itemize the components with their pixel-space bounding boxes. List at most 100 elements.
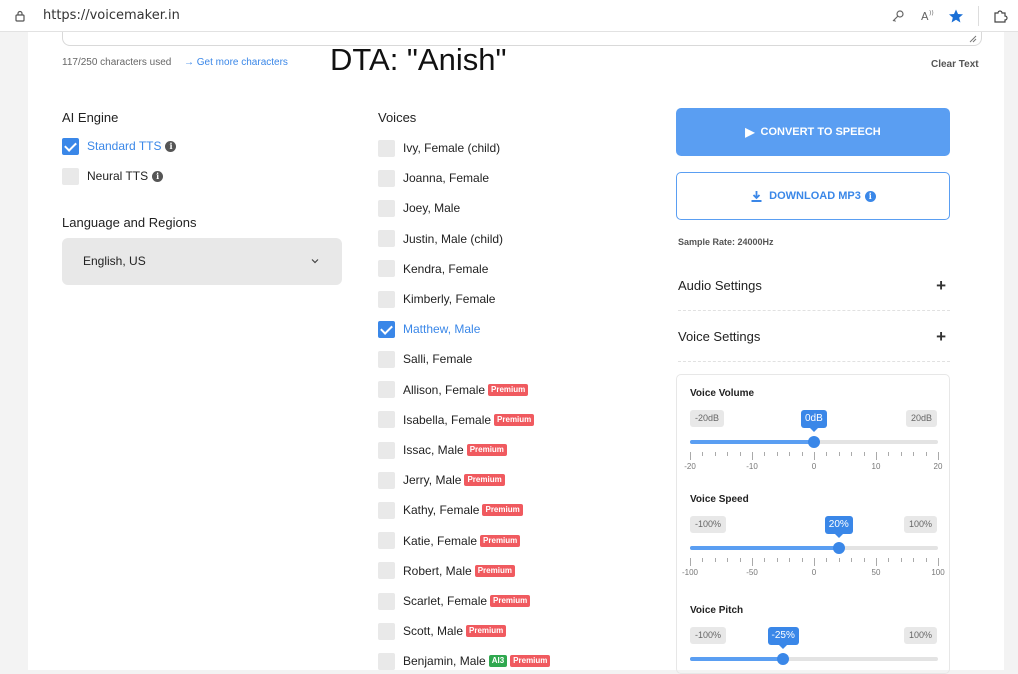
slider-tick (838, 452, 840, 456)
voice-option-label: Isabella, Female (403, 412, 492, 427)
voice-option[interactable]: Issac, Male Premium (378, 441, 507, 459)
slider-min-label: -100% (690, 627, 727, 644)
checkbox[interactable] (378, 562, 395, 580)
download-button-label: DOWNLOAD MP3 (769, 190, 861, 202)
info-icon[interactable]: i (152, 170, 164, 182)
voice-option[interactable]: Jerry, Male Premium (378, 471, 505, 489)
slider-tick (851, 452, 853, 456)
voice-option-label: Kimberly, Female (403, 292, 496, 306)
download-icon (751, 190, 762, 202)
voice-option[interactable]: Kathy, Female Premium (378, 501, 523, 519)
voice-option[interactable]: Benjamin, Male AI3 Premium (378, 652, 551, 670)
expand-plus-icon[interactable]: + (936, 328, 946, 345)
slider-max-label: 100% (903, 516, 937, 533)
slider-tick (801, 558, 803, 562)
premium-badge: Premium (510, 655, 551, 668)
convert-button-label: CONVERT TO SPEECH (760, 126, 881, 138)
voice-option[interactable]: Joey, Male (378, 199, 460, 217)
checkbox[interactable] (378, 532, 395, 550)
slider-fill (690, 657, 783, 661)
voice-option[interactable]: Justin, Male (child) (378, 230, 503, 248)
checkbox[interactable] (378, 169, 395, 187)
slider-max-label: 20dB (905, 410, 937, 427)
slider-tick-label: -10 (746, 462, 758, 471)
voice-option[interactable]: Scott, Male Premium (378, 622, 507, 640)
text-input-area[interactable] (62, 32, 982, 46)
clear-text-button[interactable]: Clear Text (931, 59, 979, 70)
checkbox[interactable] (378, 622, 395, 640)
checkbox[interactable] (378, 381, 395, 399)
checkbox[interactable] (378, 411, 395, 429)
voice-option[interactable]: Allison, Female Premium (378, 381, 529, 399)
address-bar: https://voicemaker.in A)) (0, 0, 1018, 32)
slider-tick (876, 452, 877, 460)
checkbox[interactable] (378, 230, 395, 248)
checkbox[interactable] (378, 652, 395, 670)
voice-option[interactable]: Joanna, Female (378, 169, 489, 187)
checkbox[interactable] (62, 167, 79, 185)
checkbox[interactable] (378, 350, 395, 368)
slider-min-label: -100% (690, 516, 727, 533)
slider-tick (938, 452, 939, 460)
voice-option[interactable]: Scarlet, Female Premium (378, 592, 531, 610)
checkbox-checked[interactable] (378, 320, 395, 338)
slider-thumb[interactable] (832, 542, 845, 554)
checkbox[interactable] (378, 199, 395, 217)
voice-option[interactable]: Robert, Male Premium (378, 562, 515, 580)
get-more-characters-link[interactable]: → Get more characters (184, 57, 288, 68)
slider-tick (888, 452, 890, 456)
language-select[interactable]: English, US (62, 238, 342, 285)
voice-option[interactable]: Kimberly, Female (378, 290, 495, 308)
info-icon[interactable]: i (864, 190, 876, 202)
checkbox[interactable] (378, 260, 395, 278)
slider-tick-label: 50 (871, 568, 881, 577)
voice-option-label: Scott, Male (403, 624, 464, 639)
slider-tick (776, 452, 778, 456)
convert-to-speech-button[interactable]: ▶ CONVERT TO SPEECH (676, 108, 950, 156)
voice-option[interactable]: Salli, Female (378, 350, 472, 368)
resize-grip-icon[interactable] (969, 35, 977, 43)
checkbox[interactable] (378, 139, 395, 157)
info-icon[interactable]: i (165, 140, 177, 152)
slider-thumb[interactable] (808, 436, 820, 448)
checkbox[interactable] (378, 290, 395, 308)
slider-tick (801, 452, 803, 456)
voice-settings-label: Voice Settings (678, 329, 761, 344)
slider-value-bubble: -25% (767, 627, 799, 649)
voice-option[interactable]: Ivy, Female (child) (378, 139, 500, 157)
favorite-star-icon[interactable] (946, 6, 966, 26)
slider-track[interactable] (690, 436, 938, 448)
voice-option-label: Ivy, Female (child) (403, 141, 501, 155)
read-aloud-icon[interactable]: A)) (918, 6, 938, 26)
slider-tick (900, 452, 902, 456)
slider-thumb[interactable] (777, 653, 789, 665)
sample-rate: Sample Rate: 24000Hz (678, 237, 774, 247)
key-icon[interactable] (888, 6, 908, 26)
slider-tick (826, 452, 828, 456)
voice-option[interactable]: Kendra, Female (378, 260, 488, 278)
slider-track[interactable] (690, 653, 938, 665)
slider-value-bubble: 0dB (801, 410, 827, 432)
slider-tick (863, 558, 865, 562)
slider-tick (826, 558, 828, 562)
engine-option-neural[interactable]: Neural TTS i (62, 167, 164, 185)
engine-option-standard[interactable]: Standard TTS i (62, 137, 177, 155)
voice-option[interactable]: Isabella, Female Premium (378, 411, 535, 429)
extensions-icon[interactable] (990, 6, 1010, 26)
url-text[interactable]: https://voicemaker.in (43, 8, 180, 23)
voice-settings-accordion[interactable]: Voice Settings + (678, 312, 950, 362)
checkbox-checked[interactable] (62, 137, 79, 155)
audio-settings-accordion[interactable]: Audio Settings + (678, 261, 950, 311)
voice-option[interactable]: Katie, Female Premium (378, 532, 521, 550)
voice-option[interactable]: Matthew, Male (378, 320, 480, 338)
expand-plus-icon[interactable]: + (936, 277, 946, 294)
checkbox[interactable] (378, 501, 395, 519)
checkbox[interactable] (378, 592, 395, 610)
checkbox[interactable] (378, 471, 395, 489)
download-mp3-button[interactable]: DOWNLOAD MP3 i (676, 172, 950, 220)
lock-icon[interactable] (13, 9, 27, 23)
checkbox[interactable] (378, 441, 395, 459)
slider-track[interactable] (690, 542, 938, 554)
slider-tick (752, 558, 753, 566)
voice-option-label: Kendra, Female (403, 261, 489, 276)
